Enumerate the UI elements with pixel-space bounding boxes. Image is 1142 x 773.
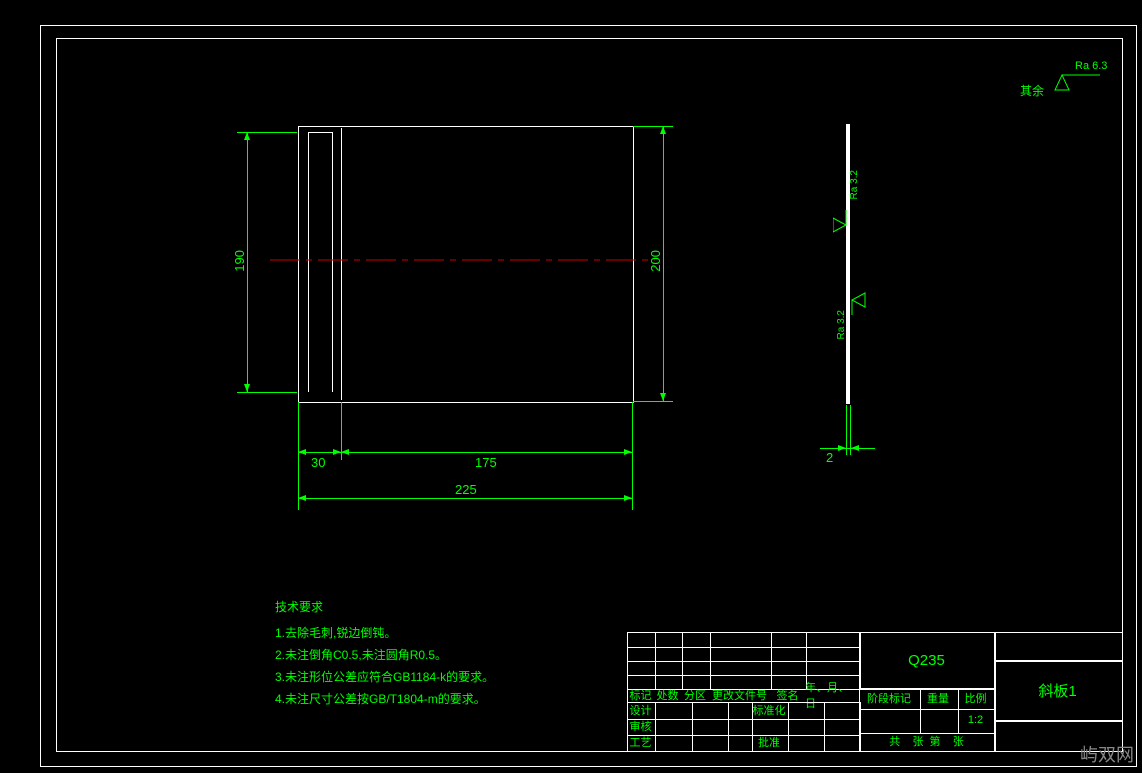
dim-ext-v-298	[298, 402, 299, 510]
dim-2-arrow-r	[851, 445, 859, 451]
dim-175-line	[341, 452, 632, 453]
surface-finish-top-value: Ra 3.2	[849, 170, 860, 199]
tb-process: 工艺	[627, 734, 654, 750]
tb-part-name: 斜板1	[994, 660, 1121, 720]
dim-200-arrow-bottom	[660, 393, 666, 401]
front-view-separator	[341, 128, 342, 400]
dim-200-text: 200	[648, 250, 663, 272]
tb-zone: 分区	[681, 688, 709, 702]
dim-225-text: 225	[455, 482, 477, 497]
surface-finish-bottom-value: Ra 3.2	[836, 310, 847, 339]
tb-date: 年、月、日	[805, 688, 859, 702]
title-block: 标记 处数 分区 更改文件号 签名 年、月、日 设计 标准化 审核 工艺 批准 …	[627, 632, 1121, 750]
front-view-notch-top	[308, 132, 332, 133]
dim-175-text: 175	[475, 455, 497, 470]
tech-note-3: 3.未注形位公差应符合GB1184-k的要求。	[275, 666, 494, 688]
dim-175-arrow-l	[341, 449, 349, 455]
tb-approve: 批准	[751, 734, 787, 750]
dim-190-arrow-bottom	[244, 384, 250, 392]
tech-note-4: 4.未注尺寸公差按GB/T1804-m的要求。	[275, 688, 494, 710]
front-view-notch-left	[308, 132, 309, 392]
dim-ext-v-632-l	[632, 402, 633, 510]
tb-mark: 标记	[627, 688, 654, 702]
surface-finish-global-value: Ra 6.3	[1075, 60, 1107, 72]
front-view-notch-right	[332, 132, 333, 392]
tb-sheet: 共 张 第 张	[859, 732, 994, 750]
dim-ext-200-top	[633, 126, 673, 127]
dim-2-text: 2	[826, 450, 833, 465]
dim-30-arrow-r	[333, 449, 341, 455]
tb-standard: 标准化	[751, 702, 787, 718]
watermark: 屿双网	[1080, 741, 1134, 767]
tb-design: 设计	[627, 702, 654, 718]
side-view-outline	[846, 124, 850, 404]
surface-finish-top-symbol	[833, 210, 853, 240]
dim-225-line	[298, 498, 632, 499]
dim-2-arrow-l	[838, 445, 846, 451]
dim-190-line	[247, 132, 248, 392]
dim-225-arrow-r	[624, 495, 632, 501]
centerline	[270, 258, 655, 262]
dim-30-arrow-l	[298, 449, 306, 455]
tb-material: Q235	[859, 632, 994, 688]
front-view-outline	[298, 126, 634, 403]
tb-sign: 签名	[770, 688, 805, 702]
tb-scale-val: 1:2	[957, 708, 994, 732]
dim-190-text: 190	[232, 250, 247, 272]
dim-200-arrow-top	[660, 126, 666, 134]
tb-check: 审核	[627, 718, 654, 734]
tb-scale: 比例	[957, 688, 994, 708]
tb-qty: 处数	[654, 688, 681, 702]
tech-note-2: 2.未注倒角C0.5,未注圆角R0.5。	[275, 644, 494, 666]
surface-finish-bottom-symbol	[850, 285, 870, 315]
technical-requirements: 技术要求 1.去除毛刺,锐边倒钝。 2.未注倒角C0.5,未注圆角R0.5。 3…	[275, 596, 494, 710]
dim-190-arrow-top	[244, 132, 250, 140]
dim-30-text: 30	[311, 455, 325, 470]
dim-ext-190-bottom	[237, 392, 297, 393]
surface-finish-global-symbol	[1050, 70, 1110, 100]
tech-note-1: 1.去除毛刺,锐边倒钝。	[275, 622, 494, 644]
dim-225-arrow-l	[298, 495, 306, 501]
dim-200-line	[663, 126, 664, 401]
dim-ext-200-bottom	[633, 401, 673, 402]
dim-175-arrow-r	[624, 449, 632, 455]
tb-weight: 重量	[919, 688, 957, 708]
tb-stage: 阶段标记	[859, 688, 919, 708]
tech-title: 技术要求	[275, 596, 494, 618]
surface-finish-global-label: 其余	[1020, 82, 1044, 99]
dim-2-line	[820, 448, 875, 449]
tb-change: 更改文件号	[709, 688, 770, 702]
